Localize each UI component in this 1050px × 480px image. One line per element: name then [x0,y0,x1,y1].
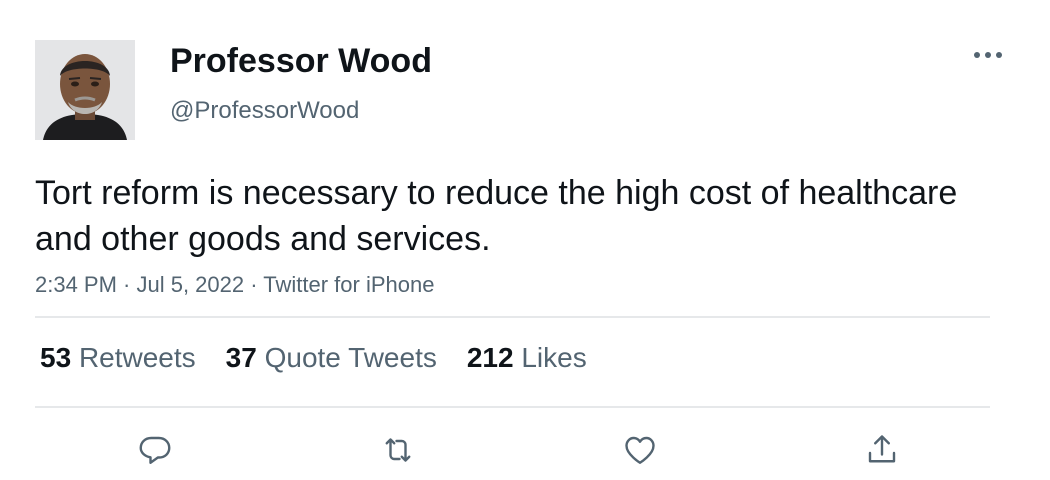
retweets-count: 53 [40,342,72,373]
retweets-label: Retweets [78,342,196,373]
quote-tweets-label: Quote Tweets [264,342,437,373]
tweet-timestamp-source[interactable]: 2:34 PM · Jul 5, 2022 · Twitter for iPho… [35,272,434,298]
retweet-icon [385,438,411,462]
share-button[interactable] [860,428,904,472]
more-icon [974,52,1002,58]
like-icon [625,436,655,464]
reply-button[interactable] [133,428,177,472]
avatar-photo [35,40,135,140]
likes-label: Likes [521,342,587,373]
likes-count: 212 [466,342,514,373]
like-button[interactable] [618,428,662,472]
engagement-stats: 53 Retweets 37 Quote Tweets 212 Likes [40,342,617,374]
divider-top [35,316,990,318]
quote-tweets-stat[interactable]: 37 Quote Tweets [226,342,437,374]
share-icon [868,435,896,463]
reply-icon [139,436,171,464]
author-avatar[interactable] [35,40,135,140]
author-display-name[interactable]: Professor Wood [170,42,432,81]
retweet-button[interactable] [376,428,420,472]
author-handle[interactable]: @ProfessorWood [170,97,359,125]
quote-tweets-count: 37 [225,342,257,373]
more-options-button[interactable] [968,40,1008,70]
retweets-stat[interactable]: 53 Retweets [40,342,196,374]
divider-bottom [35,406,990,408]
likes-stat[interactable]: 212 Likes [467,342,587,374]
tweet-text: Tort reform is necessary to reduce the h… [35,174,958,258]
